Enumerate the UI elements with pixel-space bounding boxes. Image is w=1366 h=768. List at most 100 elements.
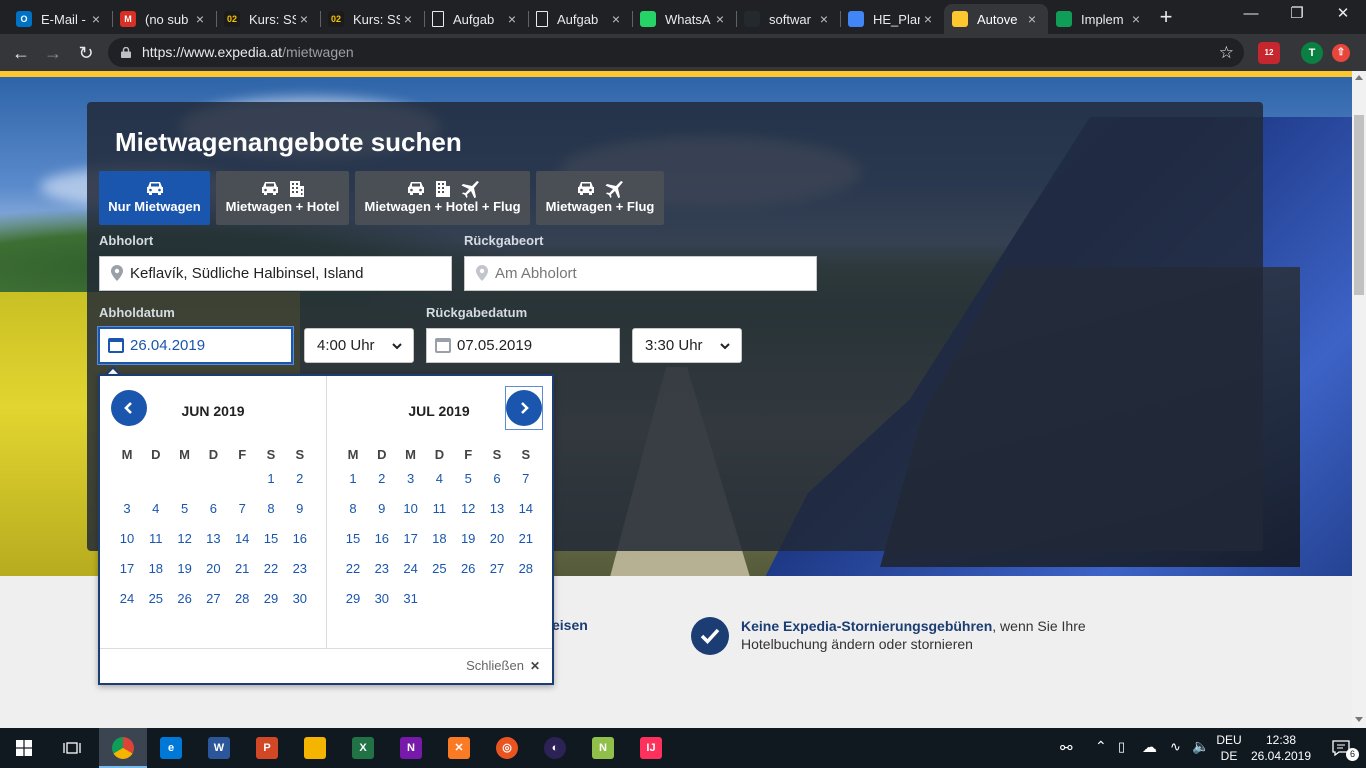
calendar-day[interactable]: 13: [199, 531, 227, 546]
calendar-day[interactable]: 6: [483, 471, 511, 486]
calendar-day[interactable]: 3: [113, 501, 141, 516]
calendar-day[interactable]: 15: [339, 531, 367, 546]
calendar-day[interactable]: 5: [454, 471, 482, 486]
tab-car-hotel[interactable]: Mietwagen + Hotel: [216, 171, 349, 225]
calendar-day[interactable]: 26: [454, 561, 482, 576]
browser-tab[interactable]: O E-Mail - ×: [8, 4, 112, 34]
calendar-day[interactable]: 21: [228, 561, 256, 576]
calendar-day[interactable]: 25: [425, 561, 453, 576]
close-tab-icon[interactable]: ×: [504, 11, 520, 27]
calendar-day[interactable]: 18: [425, 531, 453, 546]
start-button[interactable]: [0, 728, 48, 768]
new-tab-button[interactable]: +: [1154, 6, 1178, 30]
onedrive-cloud-icon[interactable]: ☁: [1142, 738, 1157, 756]
close-calendar-button[interactable]: Schließen ✕: [466, 658, 540, 673]
calendar-day[interactable]: 17: [113, 561, 141, 576]
language-indicator[interactable]: DEU DE: [1212, 732, 1246, 764]
close-tab-icon[interactable]: ×: [608, 11, 624, 27]
browser-tab[interactable]: M (no sub ×: [112, 4, 216, 34]
tab-car-hotel-flight[interactable]: Mietwagen + Hotel + Flug: [355, 171, 530, 225]
browser-tab[interactable]: Implem ×: [1048, 4, 1152, 34]
battery-icon[interactable]: ▯: [1118, 739, 1125, 755]
tab-car-flight[interactable]: Mietwagen + Flug: [536, 171, 664, 225]
calendar-day[interactable]: 3: [397, 471, 425, 486]
extension-update-icon[interactable]: ⇧: [1332, 44, 1350, 62]
calendar-day[interactable]: 31: [397, 591, 425, 606]
extension-adblock-icon[interactable]: 12: [1258, 42, 1280, 64]
taskbar-edge[interactable]: e: [147, 728, 195, 768]
calendar-day[interactable]: 13: [483, 501, 511, 516]
calendar-day[interactable]: 20: [199, 561, 227, 576]
close-tab-icon[interactable]: ×: [192, 11, 208, 27]
page-scrollbar[interactable]: [1352, 71, 1366, 728]
calendar-day[interactable]: 23: [286, 561, 314, 576]
calendar-day[interactable]: 6: [199, 501, 227, 516]
scroll-down-arrow[interactable]: [1355, 717, 1363, 722]
calendar-day[interactable]: 9: [286, 501, 314, 516]
calendar-day[interactable]: 20: [483, 531, 511, 546]
calendar-day[interactable]: 8: [257, 501, 285, 516]
return-date-input[interactable]: 07.05.2019: [426, 328, 620, 363]
next-month-button[interactable]: [506, 390, 542, 426]
calendar-day[interactable]: 11: [425, 501, 453, 516]
close-tab-icon[interactable]: ×: [1128, 11, 1144, 27]
scrollbar-thumb[interactable]: [1354, 115, 1364, 295]
taskbar-chrome[interactable]: [99, 728, 147, 768]
close-tab-icon[interactable]: ×: [296, 11, 312, 27]
dropoff-location-input[interactable]: Am Abholort: [464, 256, 817, 291]
scroll-up-arrow[interactable]: [1355, 75, 1363, 80]
minimize-button[interactable]: —: [1228, 0, 1274, 30]
calendar-day[interactable]: 2: [368, 471, 396, 486]
pickup-date-input[interactable]: 26.04.2019: [98, 327, 293, 364]
calendar-day[interactable]: 11: [142, 531, 170, 546]
taskbar-notepad-plus[interactable]: N: [579, 728, 627, 768]
back-button[interactable]: ←: [8, 40, 34, 66]
calendar-day[interactable]: 12: [454, 501, 482, 516]
browser-tab[interactable]: Aufgab ×: [424, 4, 528, 34]
taskbar-powerpoint[interactable]: P: [243, 728, 291, 768]
calendar-day[interactable]: 1: [257, 471, 285, 486]
reload-button[interactable]: ↻: [73, 40, 99, 66]
maximize-button[interactable]: ❐: [1274, 0, 1320, 30]
bookmark-star-icon[interactable]: ☆: [1219, 38, 1234, 67]
taskbar-file-explorer[interactable]: [291, 728, 339, 768]
calendar-day[interactable]: 4: [425, 471, 453, 486]
calendar-day[interactable]: 26: [171, 591, 199, 606]
calendar-day[interactable]: 22: [257, 561, 285, 576]
taskbar-intellij[interactable]: IJ: [627, 728, 675, 768]
calendar-day[interactable]: 16: [368, 531, 396, 546]
calendar-day[interactable]: 10: [113, 531, 141, 546]
forward-button[interactable]: →: [40, 40, 66, 66]
people-icon[interactable]: ⚯: [1060, 739, 1073, 757]
calendar-day[interactable]: 15: [257, 531, 285, 546]
calendar-day[interactable]: 24: [397, 561, 425, 576]
calendar-day[interactable]: 29: [339, 591, 367, 606]
calendar-day[interactable]: 10: [397, 501, 425, 516]
browser-tab[interactable]: Aufgab ×: [528, 4, 632, 34]
calendar-day[interactable]: 30: [368, 591, 396, 606]
close-tab-icon[interactable]: ×: [712, 11, 728, 27]
profile-avatar[interactable]: T: [1301, 42, 1323, 64]
close-window-button[interactable]: ✕: [1320, 0, 1366, 30]
close-tab-icon[interactable]: ×: [816, 11, 832, 27]
close-tab-icon[interactable]: ×: [400, 11, 416, 27]
calendar-day[interactable]: 21: [512, 531, 540, 546]
calendar-day[interactable]: 23: [368, 561, 396, 576]
browser-tab[interactable]: 02 Kurs: SS ×: [216, 4, 320, 34]
calendar-day[interactable]: 28: [228, 591, 256, 606]
calendar-day[interactable]: 19: [171, 561, 199, 576]
calendar-day[interactable]: 27: [199, 591, 227, 606]
address-bar[interactable]: https://www.expedia.at/mietwagen ☆: [108, 38, 1244, 67]
browser-tab[interactable]: Autove ×: [944, 4, 1048, 34]
browser-tab[interactable]: 02 Kurs: SS ×: [320, 4, 424, 34]
return-time-select[interactable]: 3:30 Uhr: [632, 328, 742, 363]
calendar-day[interactable]: 5: [171, 501, 199, 516]
clock[interactable]: 12:38 26.04.2019: [1246, 732, 1316, 764]
taskbar-word[interactable]: W: [195, 728, 243, 768]
taskbar-xampp[interactable]: ✕: [435, 728, 483, 768]
volume-icon[interactable]: 🔈: [1192, 738, 1209, 755]
calendar-day[interactable]: 12: [171, 531, 199, 546]
calendar-day[interactable]: 30: [286, 591, 314, 606]
calendar-day[interactable]: 18: [142, 561, 170, 576]
taskbar-onenote[interactable]: N: [387, 728, 435, 768]
